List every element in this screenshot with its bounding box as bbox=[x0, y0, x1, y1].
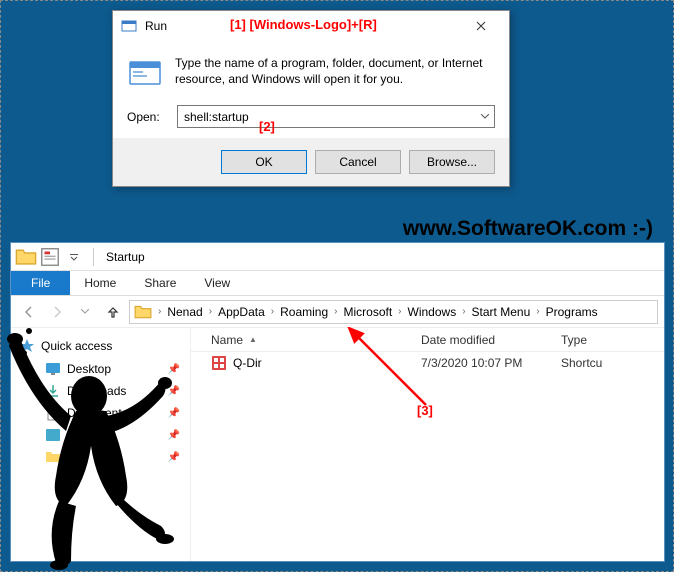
file-date: 7/3/2020 10:07 PM bbox=[421, 356, 561, 370]
breadcrumb[interactable]: › Nenad › AppData › Roaming › Microsoft … bbox=[129, 300, 658, 324]
browse-button[interactable]: Browse... bbox=[409, 150, 495, 174]
chevron-right-icon[interactable]: › bbox=[267, 306, 278, 317]
chevron-right-icon[interactable]: › bbox=[532, 306, 543, 317]
run-app-icon bbox=[121, 18, 137, 34]
explorer-window: Startup File Home Share View › Nenad › A… bbox=[10, 242, 665, 562]
ok-button[interactable]: OK bbox=[221, 150, 307, 174]
breadcrumb-segment[interactable]: Start Menu bbox=[470, 305, 533, 319]
sidebar-item-label: Downloads bbox=[67, 384, 126, 398]
sidebar-item-label: SE bbox=[67, 450, 83, 464]
run-titlebar[interactable]: Run bbox=[113, 11, 509, 41]
sidebar: Quick access Desktop 📌 Downloads 📌 Docum… bbox=[11, 328, 191, 561]
sidebar-item-folder[interactable]: SE 📌 bbox=[11, 446, 190, 468]
chevron-right-icon[interactable]: › bbox=[394, 306, 405, 317]
properties-icon[interactable] bbox=[39, 246, 61, 268]
sidebar-item-label: Desktop bbox=[67, 362, 111, 376]
open-label: Open: bbox=[127, 110, 167, 124]
qat-dropdown-icon[interactable] bbox=[63, 246, 85, 268]
run-description: Type the name of a program, folder, docu… bbox=[175, 55, 495, 91]
sidebar-item-downloads[interactable]: Downloads 📌 bbox=[11, 380, 190, 402]
file-name: Q-Dir bbox=[233, 356, 262, 370]
cancel-button[interactable]: Cancel bbox=[315, 150, 401, 174]
forward-button[interactable] bbox=[45, 300, 69, 324]
file-type: Shortcu bbox=[561, 356, 664, 370]
up-button[interactable] bbox=[101, 300, 125, 324]
pin-icon: 📌 bbox=[168, 430, 180, 441]
ribbon-view-tab[interactable]: View bbox=[190, 271, 244, 295]
sort-ascending-icon: ▲ bbox=[249, 335, 257, 344]
close-button[interactable] bbox=[461, 12, 501, 40]
explorer-titlebar[interactable]: Startup bbox=[11, 243, 664, 271]
pin-icon: 📌 bbox=[168, 452, 180, 463]
pin-icon: 📌 bbox=[168, 364, 180, 375]
column-header-name[interactable]: Name ▲ bbox=[191, 333, 421, 347]
breadcrumb-segment[interactable]: Nenad bbox=[165, 305, 204, 319]
desktop-icon bbox=[45, 361, 61, 377]
column-header-type[interactable]: Type bbox=[561, 333, 664, 347]
sidebar-item-pictures[interactable]: Pictures 📌 bbox=[11, 424, 190, 446]
documents-icon bbox=[45, 405, 61, 421]
chevron-right-icon[interactable]: › bbox=[458, 306, 469, 317]
downloads-icon bbox=[45, 383, 61, 399]
dropdown-button[interactable] bbox=[476, 106, 494, 127]
sidebar-item-label: Documents bbox=[67, 406, 128, 420]
sidebar-item-desktop[interactable]: Desktop 📌 bbox=[11, 358, 190, 380]
watermark-text: www.SoftwareOK.com :-) bbox=[403, 217, 653, 241]
file-row[interactable]: Q-Dir 7/3/2020 10:07 PM Shortcu bbox=[191, 352, 664, 374]
star-icon bbox=[19, 338, 35, 354]
chevron-right-icon[interactable]: › bbox=[330, 306, 341, 317]
quick-access-label: Quick access bbox=[41, 339, 112, 353]
chevron-right-icon[interactable]: › bbox=[154, 306, 165, 317]
ribbon-file-tab[interactable]: File bbox=[11, 271, 70, 295]
run-input[interactable] bbox=[177, 105, 495, 128]
column-header-date[interactable]: Date modified bbox=[421, 333, 561, 347]
folder-icon[interactable] bbox=[15, 246, 37, 268]
ribbon-share-tab[interactable]: Share bbox=[130, 271, 190, 295]
breadcrumb-segment[interactable]: AppData bbox=[216, 305, 267, 319]
run-dialog: Run Type the name of a program, folder, … bbox=[112, 10, 510, 187]
chevron-right-icon[interactable]: › bbox=[205, 306, 216, 317]
breadcrumb-segment[interactable]: Microsoft bbox=[341, 305, 394, 319]
ribbon-home-tab[interactable]: Home bbox=[70, 271, 130, 295]
breadcrumb-segment[interactable]: Programs bbox=[544, 305, 600, 319]
run-program-icon bbox=[127, 55, 163, 91]
back-button[interactable] bbox=[17, 300, 41, 324]
explorer-title: Startup bbox=[106, 250, 145, 264]
recent-dropdown[interactable] bbox=[73, 300, 97, 324]
shortcut-icon bbox=[211, 355, 227, 371]
sidebar-quick-access[interactable]: Quick access bbox=[11, 334, 190, 358]
folder-icon bbox=[45, 449, 61, 465]
sidebar-item-label: Pictures bbox=[67, 428, 110, 442]
file-list: Name ▲ Date modified Type Q-Dir 7/3/2020… bbox=[191, 328, 664, 561]
breadcrumb-segment[interactable]: Roaming bbox=[278, 305, 330, 319]
pin-icon: 📌 bbox=[168, 408, 180, 419]
pin-icon: 📌 bbox=[168, 386, 180, 397]
pictures-icon bbox=[45, 427, 61, 443]
breadcrumb-folder-icon bbox=[134, 303, 152, 321]
sidebar-item-documents[interactable]: Documents 📌 bbox=[11, 402, 190, 424]
run-title: Run bbox=[145, 19, 461, 33]
breadcrumb-segment[interactable]: Windows bbox=[406, 305, 459, 319]
